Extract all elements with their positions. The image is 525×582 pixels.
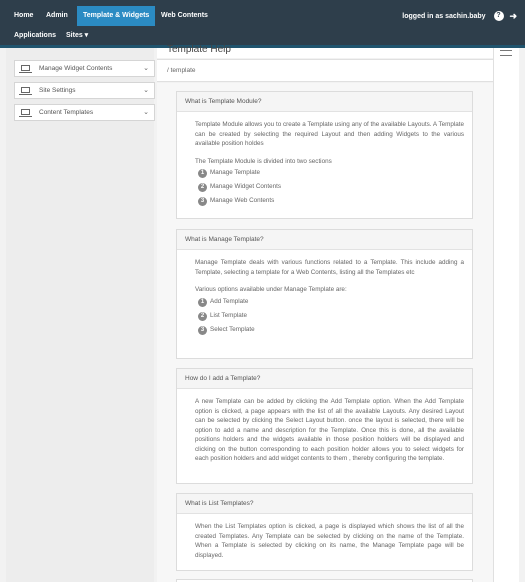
laptop-icon (19, 109, 32, 117)
nav-admin[interactable]: Admin (40, 6, 74, 26)
breadcrumb: / template (157, 59, 493, 82)
panel-text: Manage Template deals with various funct… (195, 259, 464, 276)
nav-applications[interactable]: Applications (8, 26, 62, 46)
panel-heading: How do I add a Template? (177, 369, 472, 389)
user-area: logged in as sachin.baby ? ➜ (402, 6, 517, 26)
panel-heading: What is Manage Template? (177, 230, 472, 250)
sidebar-item-manage-widget-contents[interactable]: Manage Widget Contents ⌄ (14, 60, 155, 77)
menu-icon[interactable] (500, 50, 512, 56)
nav-home[interactable]: Home (8, 6, 39, 26)
chevron-down-icon: ⌄ (143, 109, 149, 116)
panel-text: A new Template can be added by clicking … (195, 398, 464, 462)
list-item: 2 Manage Widget Contents (195, 180, 464, 194)
sidebar-item-content-templates[interactable]: Content Templates ⌄ (14, 104, 155, 121)
logged-in-text: logged in as sachin.baby (402, 12, 486, 20)
list-item: 2 List Template (195, 309, 464, 323)
number-badge: 3 (198, 197, 207, 206)
number-badge: 1 (198, 297, 207, 307)
panel-list-templates: What is List Templates? When the List Te… (176, 493, 473, 571)
panel-text: The Template Module is divided into two … (195, 157, 332, 165)
sidebar-item-site-settings[interactable]: Site Settings ⌄ (14, 82, 155, 99)
panel-add-template: How do I add a Template? A new Template … (176, 368, 473, 484)
right-sidebar (493, 48, 519, 582)
chevron-down-icon: ⌄ (143, 65, 149, 72)
panel-template-module: What is Template Module? Template Module… (176, 91, 473, 219)
page-title: Template Help (167, 44, 231, 55)
chevron-down-icon: ⌄ (143, 87, 149, 94)
left-sidebar: Manage Widget Contents ⌄ Site Settings ⌄… (6, 48, 155, 582)
number-badge: 3 (198, 325, 207, 335)
help-content: What is Template Module? Template Module… (157, 83, 493, 582)
nav-template-widgets[interactable]: Template & Widgets (77, 6, 156, 26)
nav-sites-dropdown[interactable]: Sites ▾ (60, 26, 94, 46)
nav-web-contents[interactable]: Web Contents (155, 6, 214, 26)
panel-heading: What is Template Module? (177, 92, 472, 112)
help-icon[interactable]: ? (493, 11, 504, 21)
number-badge: 2 (198, 183, 207, 192)
page-header: Template Help (157, 44, 493, 58)
list-item: 3 Select Template (195, 323, 464, 337)
panel-text: Template Module allows you to create a T… (195, 121, 464, 147)
list-item: 3 Manage Web Contents (195, 194, 464, 208)
sidebar-item-label: Site Settings (39, 87, 76, 94)
top-navbar: Home Admin Template & Widgets Web Conten… (0, 0, 525, 48)
laptop-icon (19, 87, 32, 95)
laptop-icon (19, 65, 32, 73)
panel-text: Various options available under Manage T… (195, 286, 347, 293)
list-item: 1 Add Template (195, 295, 464, 309)
number-badge: 2 (198, 311, 207, 321)
panel-text: When the List Templates option is clicke… (195, 523, 464, 559)
panel-manage-template: What is Manage Template? Manage Template… (176, 229, 473, 359)
logout-icon[interactable]: ➜ (509, 6, 517, 26)
number-badge: 1 (198, 169, 207, 178)
sidebar-item-label: Content Templates (39, 109, 94, 116)
list-item: 1 Manage Template (195, 166, 464, 180)
panel-heading: What is List Templates? (177, 494, 472, 514)
sidebar-item-label: Manage Widget Contents (39, 65, 113, 72)
